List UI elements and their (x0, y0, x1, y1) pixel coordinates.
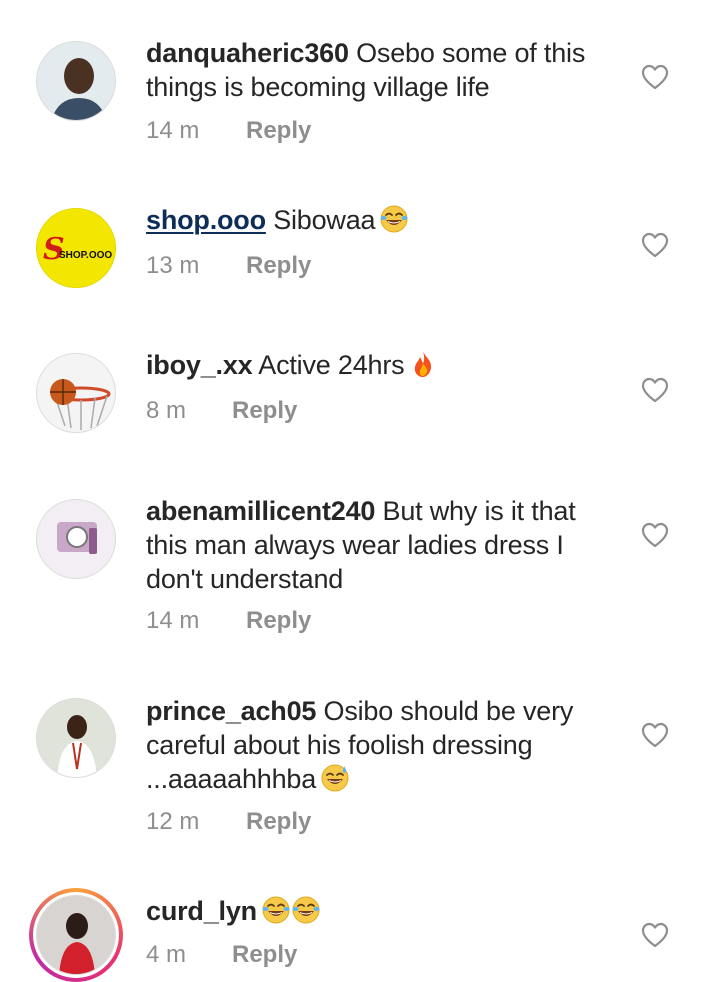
comment-username[interactable]: iboy_.xx (146, 350, 253, 380)
comment-time: 12 m (146, 808, 200, 835)
grinning-face-with-sweat-emoji (320, 763, 350, 793)
comment-username[interactable]: danquaheric360 (146, 38, 349, 68)
shop-logo-icon: S SHOP.OOO (37, 209, 115, 287)
reply-button[interactable]: Reply (232, 941, 297, 969)
watch-product-icon (37, 500, 115, 578)
comment-text: shop.ooo Sibowaa (146, 203, 616, 237)
face-with-tears-of-joy-emoji (261, 895, 291, 925)
profile-photo-icon (37, 896, 115, 974)
comment-body: Sibowaa (273, 205, 376, 235)
comment-text: iboy_.xx Active 24hrs (146, 348, 616, 382)
avatar[interactable] (36, 698, 116, 778)
comment-text: curd_lyn (146, 894, 616, 928)
comment-username[interactable]: curd_lyn (146, 896, 257, 926)
heart-outline-icon[interactable] (641, 722, 669, 748)
face-with-tears-of-joy-emoji (379, 204, 409, 234)
reply-button[interactable]: Reply (246, 808, 311, 836)
comment-time: 14 m (146, 117, 200, 144)
comment-text: prince_ach05 Osibo should be very carefu… (146, 694, 616, 796)
comment-time: 14 m (146, 607, 200, 634)
comment-username[interactable]: abenamillicent240 (146, 496, 375, 526)
heart-outline-icon[interactable] (641, 64, 669, 90)
profile-photo-icon (37, 699, 115, 777)
comment-time: 4 m (146, 941, 187, 968)
reply-button[interactable]: Reply (246, 607, 311, 635)
heart-outline-icon[interactable] (641, 232, 669, 258)
reply-button[interactable]: Reply (246, 117, 311, 145)
comment-body: Active 24hrs (258, 350, 405, 380)
comment-text: danquaheric360 Osebo some of this things… (146, 36, 616, 104)
profile-photo-icon (37, 42, 115, 120)
avatar[interactable] (36, 41, 116, 121)
fire-emoji (408, 349, 438, 379)
reply-button[interactable]: Reply (232, 397, 297, 425)
avatar[interactable] (36, 499, 116, 579)
svg-text:SHOP.OOO: SHOP.OOO (59, 250, 112, 261)
comment-username[interactable]: shop.ooo (146, 205, 266, 235)
avatar[interactable] (36, 353, 116, 433)
reply-button[interactable]: Reply (246, 252, 311, 280)
face-with-tears-of-joy-emoji (291, 895, 321, 925)
comment-text: abenamillicent240 But why is it that thi… (146, 494, 616, 596)
avatar[interactable] (36, 895, 116, 975)
heart-outline-icon[interactable] (641, 377, 669, 403)
comment-username[interactable]: prince_ach05 (146, 696, 316, 726)
comment-time: 13 m (146, 252, 200, 279)
basketball-hoop-icon (37, 354, 115, 432)
comment-time: 8 m (146, 397, 187, 424)
heart-outline-icon[interactable] (641, 922, 669, 948)
heart-outline-icon[interactable] (641, 522, 669, 548)
avatar[interactable]: S SHOP.OOO (36, 208, 116, 288)
